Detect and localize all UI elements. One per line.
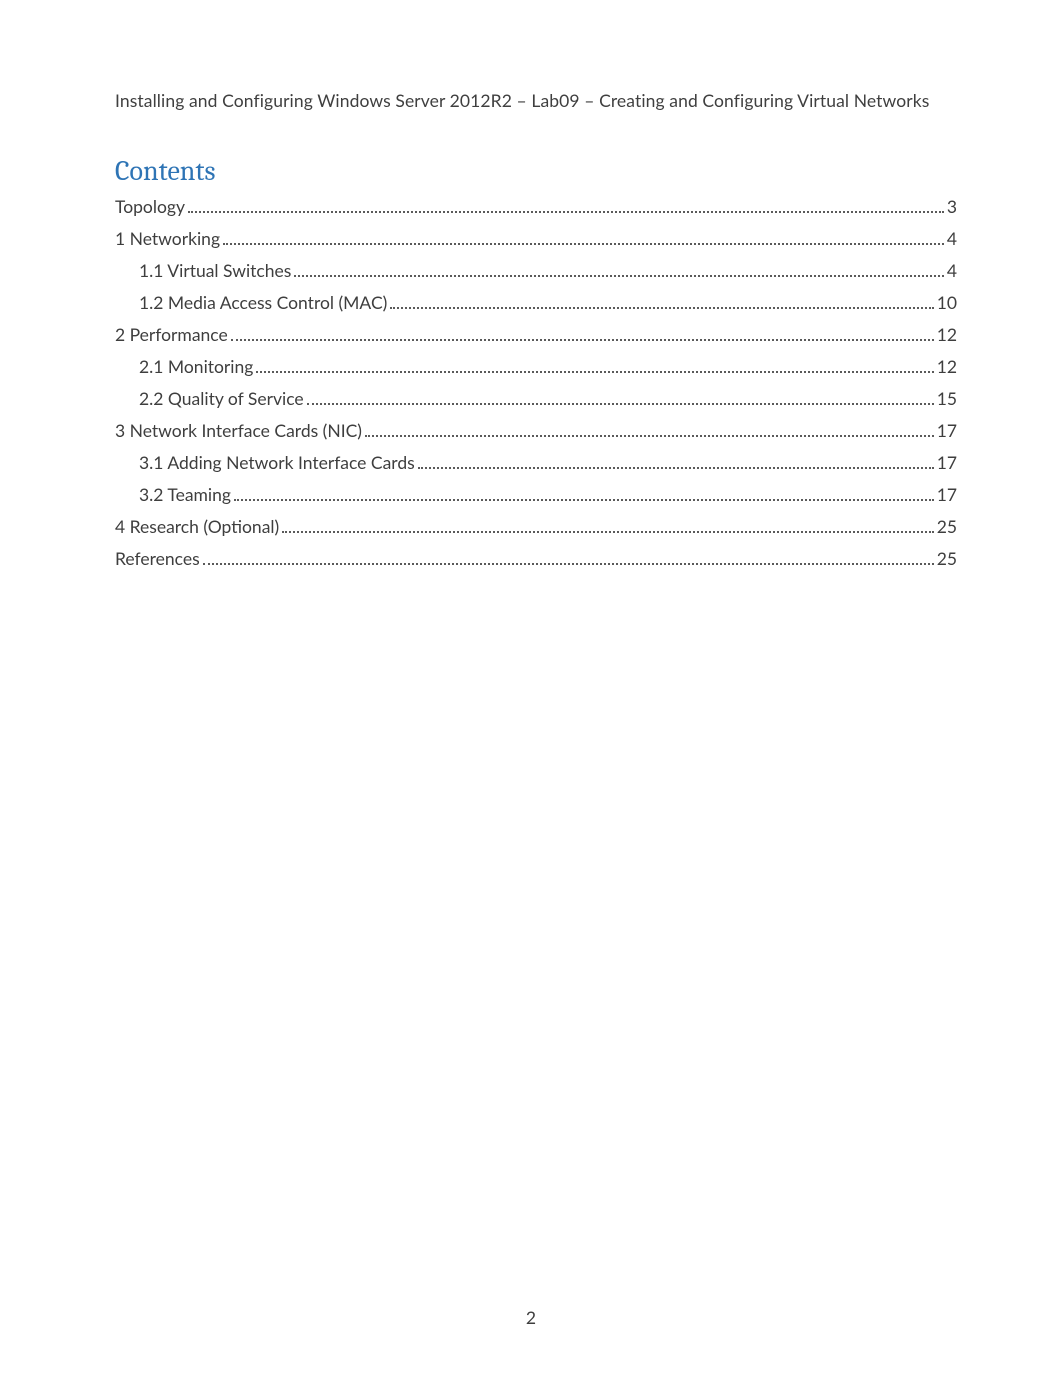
toc-entry-leader — [307, 403, 934, 405]
toc-entry-label: References — [115, 550, 200, 568]
toc-entry-page: 12 — [937, 358, 957, 376]
toc-entry[interactable]: 1.2 Media Access Control (MAC) 10 — [115, 287, 957, 319]
toc-entry[interactable]: 2 Performance 12 — [115, 319, 957, 351]
toc-entry-leader — [294, 275, 943, 277]
toc-entry-page: 12 — [937, 326, 957, 344]
toc-entry[interactable]: 3 Network Interface Cards (NIC) 17 — [115, 415, 957, 447]
toc-entry-label: Topology — [115, 198, 185, 216]
toc-entry-leader — [390, 307, 933, 309]
toc-entry-label: 1 Networking — [115, 230, 220, 248]
toc-entry-leader — [231, 339, 934, 341]
toc-entry[interactable]: 3.2 Teaming 17 — [115, 479, 957, 511]
toc-entry-page: 25 — [937, 550, 957, 568]
toc-entry-label: 1.1 Virtual Switches — [139, 262, 291, 280]
toc-entry-label: 3 Network Interface Cards (NIC) — [115, 422, 362, 440]
toc-entry-leader — [223, 243, 944, 245]
toc-entry-label: 4 Research (Optional) — [115, 518, 279, 536]
toc-entry-label: 2 Performance — [115, 326, 228, 344]
toc-entry[interactable]: 3.1 Adding Network Interface Cards 17 — [115, 447, 957, 479]
toc-entry-page: 4 — [947, 230, 957, 248]
toc-entry-leader — [365, 435, 934, 437]
toc-entry[interactable]: 2.1 Monitoring 12 — [115, 351, 957, 383]
toc-entry[interactable]: Topology 3 — [115, 191, 957, 223]
toc-entry-leader — [203, 563, 934, 565]
toc-entry-page: 4 — [947, 262, 957, 280]
toc-entry-label: 2.2 Quality of Service — [139, 390, 304, 408]
toc-entry-leader — [282, 531, 933, 533]
toc-entry-leader — [256, 371, 933, 373]
toc-entry-leader — [188, 211, 944, 213]
toc-entry-page: 17 — [937, 486, 957, 504]
document-page: Installing and Configuring Windows Serve… — [0, 0, 1062, 1376]
page-header: Installing and Configuring Windows Serve… — [115, 90, 957, 111]
toc-entry-leader — [418, 467, 934, 469]
toc-entry-leader — [234, 499, 934, 501]
toc-entry[interactable]: References 25 — [115, 543, 957, 575]
contents-title: Contents — [115, 155, 957, 187]
toc-entry-page: 15 — [937, 390, 957, 408]
table-of-contents: Topology 3 1 Networking 4 1.1 Virtual Sw… — [115, 191, 957, 575]
toc-entry-label: 3.1 Adding Network Interface Cards — [139, 454, 415, 472]
toc-entry[interactable]: 4 Research (Optional) 25 — [115, 511, 957, 543]
page-number: 2 — [0, 1307, 1062, 1328]
toc-entry-label: 1.2 Media Access Control (MAC) — [139, 294, 387, 312]
toc-entry-page: 3 — [947, 198, 957, 216]
toc-entry-page: 17 — [937, 422, 957, 440]
toc-entry-page: 25 — [937, 518, 957, 536]
toc-entry-page: 10 — [937, 294, 957, 312]
toc-entry[interactable]: 2.2 Quality of Service 15 — [115, 383, 957, 415]
toc-entry-page: 17 — [937, 454, 957, 472]
toc-entry[interactable]: 1.1 Virtual Switches 4 — [115, 255, 957, 287]
toc-entry-label: 2.1 Monitoring — [139, 358, 253, 376]
toc-entry-label: 3.2 Teaming — [139, 486, 231, 504]
toc-entry[interactable]: 1 Networking 4 — [115, 223, 957, 255]
